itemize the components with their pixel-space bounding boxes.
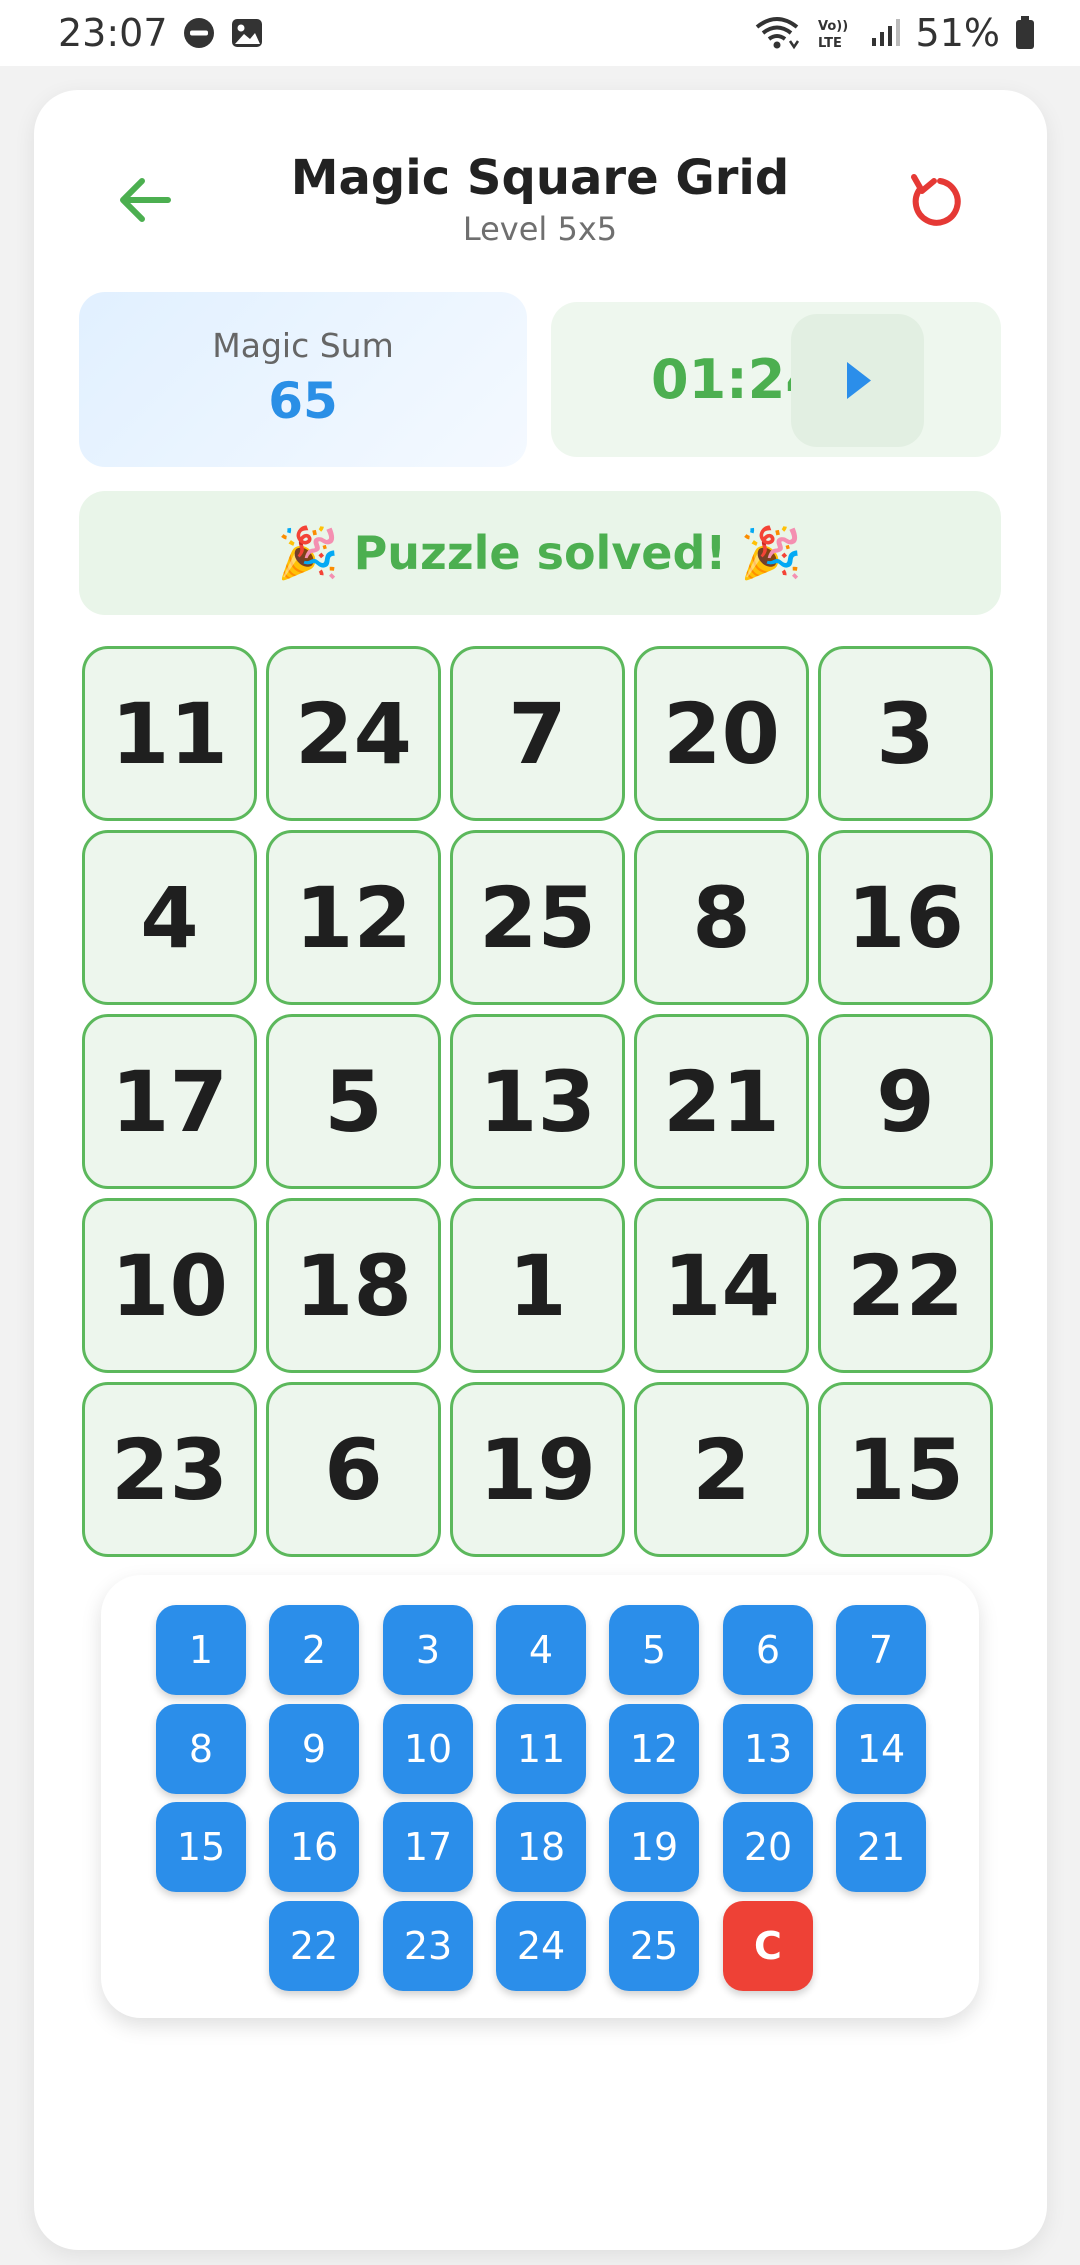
signal-icon [868, 16, 902, 50]
status-right: Vo)) LTE 51% [754, 11, 1036, 55]
grid-cell[interactable]: 18 [266, 1198, 441, 1373]
timer-card: 01:24 [551, 302, 1001, 457]
key-5[interactable]: 5 [609, 1605, 699, 1695]
key-4[interactable]: 4 [496, 1605, 586, 1695]
key-11[interactable]: 11 [496, 1704, 586, 1794]
key-24[interactable]: 24 [496, 1901, 586, 1991]
grid-cell[interactable]: 21 [634, 1014, 809, 1189]
grid-cell[interactable]: 1 [450, 1198, 625, 1373]
grid-cell[interactable]: 12 [266, 830, 441, 1005]
key-17[interactable]: 17 [383, 1802, 473, 1892]
magic-sum-label: Magic Sum [212, 326, 394, 365]
grid-cell[interactable]: 24 [266, 646, 441, 821]
grid-cell[interactable]: 2 [634, 1382, 809, 1557]
key-20[interactable]: 20 [723, 1802, 813, 1892]
grid-cell[interactable]: 8 [634, 830, 809, 1005]
key-7[interactable]: 7 [836, 1605, 926, 1695]
magic-sum-value: 65 [268, 372, 338, 430]
party-popper-icon: 🎉 [740, 523, 803, 582]
key-3[interactable]: 3 [383, 1605, 473, 1695]
grid-cell[interactable]: 4 [82, 830, 257, 1005]
svg-text:LTE: LTE [818, 36, 842, 51]
key-14[interactable]: 14 [836, 1704, 926, 1794]
status-time: 23:07 [58, 11, 168, 55]
key-21[interactable]: 21 [836, 1802, 926, 1892]
key-25[interactable]: 25 [609, 1901, 699, 1991]
key-12[interactable]: 12 [609, 1704, 699, 1794]
key-15[interactable]: 15 [156, 1802, 246, 1892]
reset-button[interactable] [898, 165, 968, 235]
grid-cell[interactable]: 20 [634, 646, 809, 821]
key-22[interactable]: 22 [269, 1901, 359, 1991]
do-not-disturb-icon [182, 16, 216, 50]
solved-text: Puzzle solved! [353, 526, 727, 580]
key-2[interactable]: 2 [269, 1605, 359, 1695]
status-bar: 23:07 Vo)) LTE 51% [0, 0, 1080, 66]
grid-cell[interactable]: 15 [818, 1382, 993, 1557]
grid-cell[interactable]: 7 [450, 646, 625, 821]
grid-cell[interactable]: 6 [266, 1382, 441, 1557]
key-18[interactable]: 18 [496, 1802, 586, 1892]
key-6[interactable]: 6 [723, 1605, 813, 1695]
play-icon [847, 362, 871, 399]
number-keypad: 1 2 3 4 5 6 7 8 9 10 11 12 13 14 15 16 1… [101, 1575, 979, 2018]
solved-banner: 🎉 Puzzle solved! 🎉 [79, 491, 1001, 615]
image-notification-icon [230, 16, 264, 50]
grid-cell[interactable]: 9 [818, 1014, 993, 1189]
battery-icon [1014, 15, 1036, 51]
grid-cell[interactable]: 10 [82, 1198, 257, 1373]
party-popper-icon: 🎉 [277, 523, 340, 582]
grid-cell[interactable]: 13 [450, 1014, 625, 1189]
magic-sum-card: Magic Sum 65 [79, 292, 527, 467]
grid-cell[interactable]: 16 [818, 830, 993, 1005]
key-19[interactable]: 19 [609, 1802, 699, 1892]
grid-cell[interactable]: 25 [450, 830, 625, 1005]
magic-square-grid: 11 24 7 20 3 4 12 25 8 16 17 5 13 21 9 1… [82, 646, 993, 1557]
grid-cell[interactable]: 11 [82, 646, 257, 821]
clear-button[interactable]: C [723, 1901, 813, 1991]
wifi-icon [754, 15, 800, 51]
grid-cell[interactable]: 19 [450, 1382, 625, 1557]
key-23[interactable]: 23 [383, 1901, 473, 1991]
battery-percent: 51% [915, 11, 1000, 55]
key-8[interactable]: 8 [156, 1704, 246, 1794]
key-1[interactable]: 1 [156, 1605, 246, 1695]
grid-cell[interactable]: 14 [634, 1198, 809, 1373]
key-13[interactable]: 13 [723, 1704, 813, 1794]
key-9[interactable]: 9 [269, 1704, 359, 1794]
key-16[interactable]: 16 [269, 1802, 359, 1892]
grid-cell[interactable]: 22 [818, 1198, 993, 1373]
status-left: 23:07 [58, 11, 264, 55]
refresh-icon [911, 174, 961, 226]
key-10[interactable]: 10 [383, 1704, 473, 1794]
play-button[interactable] [791, 314, 924, 447]
svg-text:Vo)): Vo)) [818, 19, 848, 34]
grid-cell[interactable]: 5 [266, 1014, 441, 1189]
grid-cell[interactable]: 3 [818, 646, 993, 821]
grid-cell[interactable]: 17 [82, 1014, 257, 1189]
grid-cell[interactable]: 23 [82, 1382, 257, 1557]
volte-icon: Vo)) LTE [814, 15, 854, 51]
